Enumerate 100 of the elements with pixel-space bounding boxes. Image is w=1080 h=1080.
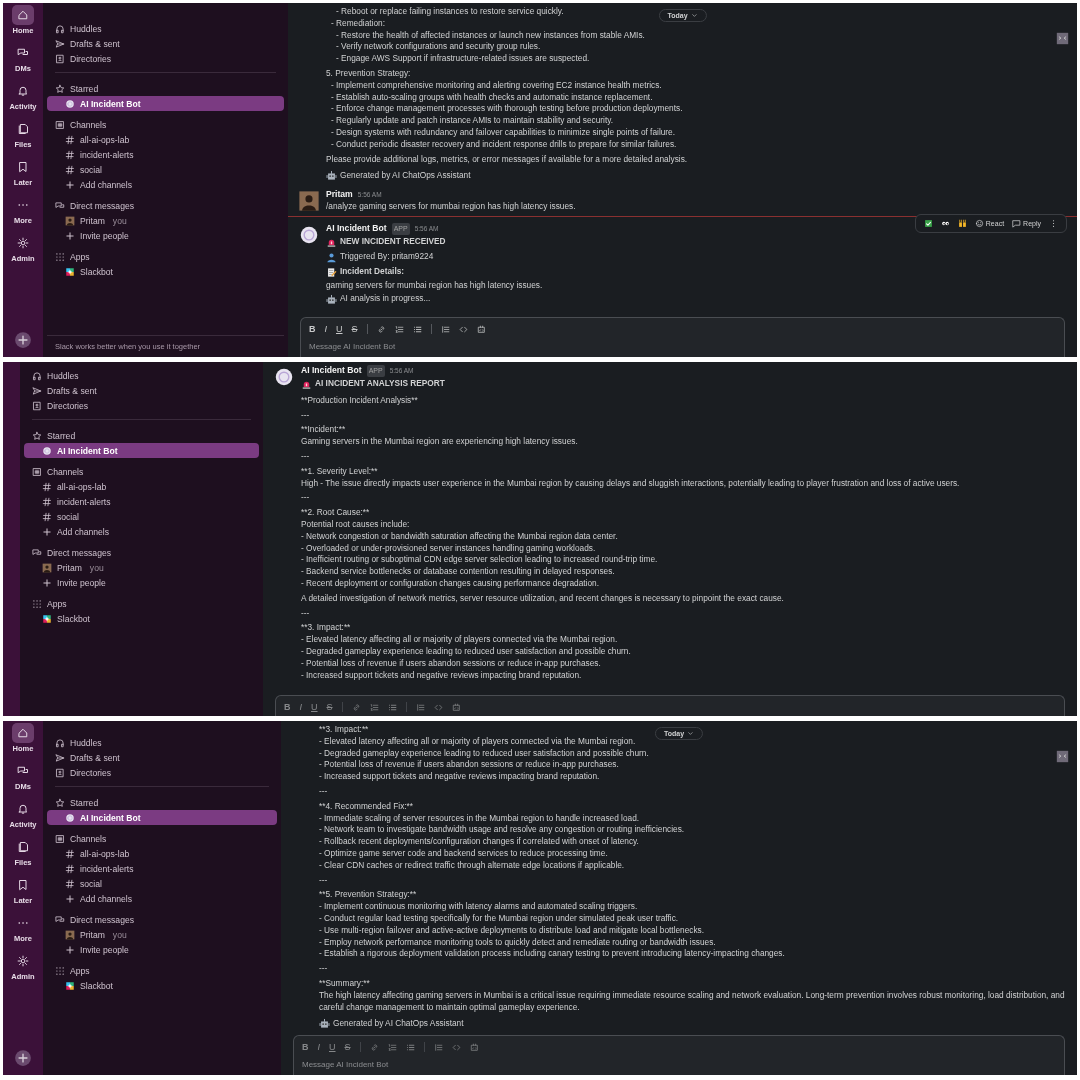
quote-icon[interactable] [440, 324, 450, 334]
sidebar-section-header[interactable]: Starred [24, 428, 259, 443]
chevron-down-icon [687, 730, 695, 737]
plus-icon[interactable] [14, 1049, 32, 1067]
sidebar-nav-item[interactable]: Drafts & sent [47, 750, 277, 765]
bold-button[interactable]: B [309, 324, 316, 334]
user-avatar-icon [298, 190, 320, 213]
check-mark-icon[interactable] [923, 218, 933, 228]
link-icon[interactable] [376, 324, 386, 334]
sidebar-item[interactable]: all-ai-ops-lab [47, 132, 284, 147]
sidebar-nav-item[interactable]: Huddles [47, 21, 284, 36]
code-block-icon[interactable] [476, 324, 486, 334]
message-text: - Degraded gameplay experience leading to reduced user satisfaction and possible churn. [319, 747, 649, 758]
chat-bubbles-icon [55, 914, 65, 925]
sidebar-section-header[interactable]: Channels [24, 464, 259, 479]
raised-hands-icon[interactable] [957, 218, 967, 228]
square-face-icon[interactable] [1056, 750, 1069, 763]
sidebar-item[interactable]: all-ai-ops-lab [24, 479, 259, 494]
sidebar-section-header[interactable]: Apps [47, 249, 284, 264]
message-input[interactable]: Message AI Incident Bot [309, 336, 1056, 357]
sidebar-item[interactable]: Pritam you [24, 560, 259, 575]
sidebar-nav-item[interactable]: Huddles [24, 368, 259, 383]
sidebar-section-header[interactable]: Apps [24, 596, 259, 611]
robot-icon [326, 293, 337, 305]
italic-button[interactable]: I [324, 324, 327, 334]
message-text: **1. Severity Level:** [301, 465, 378, 476]
message-text: Generated by AI ChatOps Assistant [340, 169, 471, 182]
sidebar-section-header[interactable]: Direct messages [47, 912, 277, 927]
sidebar-nav-item[interactable]: Directories [24, 398, 259, 413]
sidebar-item[interactable]: Slackbot [47, 978, 277, 993]
code-icon[interactable] [458, 324, 468, 334]
author-name[interactable]: AI Incident Bot [326, 222, 387, 235]
bullet-list-icon[interactable] [412, 324, 422, 334]
robot-icon [319, 1018, 330, 1030]
star-icon [55, 797, 65, 808]
sidebar-section-header[interactable]: Channels [47, 831, 277, 846]
message-text: - Establish auto-scaling groups with health checks and automatic instance replacement. [331, 91, 653, 102]
sidebar-section-header[interactable]: Apps [47, 963, 277, 978]
sidebar-nav-item[interactable]: Huddles [47, 735, 277, 750]
paper-plane-icon [55, 752, 65, 763]
message-text: - Engage AWS Support if infrastructure-related issues are suspected. [336, 53, 590, 64]
sidebar-item[interactable]: social [24, 509, 259, 524]
sidebar-section-header[interactable]: Direct messages [24, 545, 259, 560]
underline-button[interactable]: U [336, 324, 343, 334]
sidebar-item[interactable]: Pritam you [47, 927, 277, 942]
chat-bubbles-icon [32, 547, 42, 558]
hash-icon [42, 496, 52, 507]
sidebar-item[interactable]: Add channels [47, 177, 284, 192]
message-text: - Potential loss of revenue if users abandon sessions or reduce in-app purchases. [319, 759, 619, 770]
sidebar-section-header[interactable]: Starred [47, 795, 277, 810]
smiley-icon [974, 218, 984, 228]
message-text: - Establish a rigorous deployment validation process including canary testing to prevent introducing latency-impacting changes. [319, 948, 785, 959]
sidebar-item[interactable]: incident-alerts [47, 861, 277, 876]
hash-icon [42, 481, 52, 492]
sidebar-item[interactable]: Pritam you [47, 213, 284, 228]
square-face-icon[interactable] [1056, 32, 1069, 45]
strike-button[interactable]: S [351, 324, 358, 334]
sidebar-item[interactable]: Invite people [24, 575, 259, 590]
author-name[interactable]: AI Incident Bot [301, 365, 362, 377]
sidebar-item[interactable]: Add channels [24, 524, 259, 539]
sidebar-item[interactable]: AI Incident Bot [24, 443, 259, 458]
message-text: NEW INCIDENT RECEIVED [340, 236, 446, 249]
message-text: **2. Root Cause:** [301, 507, 370, 518]
sidebar-section-header[interactable]: Direct messages [47, 198, 284, 213]
message-text: **3. Impact:** [301, 622, 351, 633]
sidebar-item[interactable]: Slackbot [47, 264, 284, 279]
message-text: - Elevated latency affecting all or majority of players connected via the Mumbai region. [319, 735, 636, 746]
person-icon [326, 251, 337, 263]
sidebar-nav-item[interactable]: Drafts & sent [24, 383, 259, 398]
message-text: gaming servers for mumbai region has high latency issues. [326, 279, 543, 290]
sidebar-item[interactable]: incident-alerts [47, 147, 284, 162]
slackbot-icon [42, 613, 52, 624]
message-text: - Backend service bottlenecks or database contention resulting in delayed responses. [301, 566, 615, 577]
grid-icon [55, 965, 65, 976]
plus-icon [65, 893, 75, 904]
sidebar-item[interactable]: all-ai-ops-lab [47, 846, 277, 861]
numbered-list-icon[interactable] [394, 324, 404, 334]
plus-icon[interactable] [14, 331, 32, 349]
sidebar-item[interactable]: AI Incident Bot [47, 96, 284, 111]
sidebar-nav-item[interactable]: Drafts & sent [47, 36, 284, 51]
sidebar-item[interactable]: incident-alerts [24, 494, 259, 509]
message-text: - Restore the health of affected instances or launch new instances from stable AMIs. [336, 29, 645, 40]
sidebar-item[interactable]: Invite people [47, 942, 277, 957]
user-avatar-icon [65, 929, 75, 940]
sidebar-nav-item[interactable]: Directories [47, 51, 284, 66]
sidebar-item[interactable]: Add channels [47, 891, 277, 906]
sidebar-nav-item[interactable]: Directories [47, 765, 277, 780]
message-text: - Implement comprehensive monitoring and alerting covering EC2 instance health metrics. [331, 79, 662, 90]
hash-box-icon [55, 119, 65, 130]
sidebar-item[interactable]: Slackbot [24, 611, 259, 626]
sidebar-item[interactable]: social [47, 162, 284, 177]
sidebar-item[interactable]: Invite people [47, 228, 284, 243]
sidebar-section-header[interactable]: Channels [47, 117, 284, 132]
author-name[interactable]: Pritam [326, 189, 353, 202]
message-composer[interactable]: B I U S Message AI Incident Bot [300, 317, 1065, 357]
message-text: 5. Prevention Strategy: [326, 68, 411, 78]
sidebar-item[interactable]: social [47, 876, 277, 891]
bell-icon [17, 803, 29, 815]
sidebar-item[interactable]: AI Incident Bot [47, 810, 277, 825]
sidebar-section-header[interactable]: Starred [47, 81, 284, 96]
